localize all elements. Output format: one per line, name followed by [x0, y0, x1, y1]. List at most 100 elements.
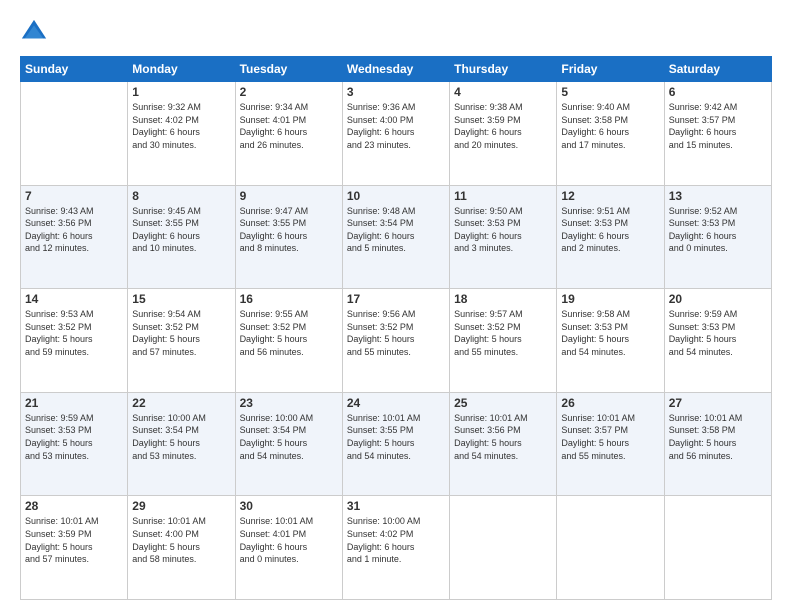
cell-text: Sunrise: 9:56 AM Sunset: 3:52 PM Dayligh… [347, 308, 445, 358]
calendar-week-row: 21 Sunrise: 9:59 AM Sunset: 3:53 PM Dayli… [21, 392, 772, 496]
cell-text: Sunrise: 9:52 AM Sunset: 3:53 PM Dayligh… [669, 205, 767, 255]
calendar-cell: 16Sunrise: 9:55 AM Sunset: 3:52 PM Dayli… [235, 289, 342, 393]
cell-text: Sunrise: 9:54 AM Sunset: 3:52 PM Dayligh… [132, 308, 230, 358]
day-number: 31 [347, 499, 445, 513]
day-number: 5 [561, 85, 659, 99]
day-number: 4 [454, 85, 552, 99]
day-number: 2 [240, 85, 338, 99]
day-header-monday: Monday [128, 57, 235, 82]
calendar-cell: 20 Sunrise: 9:59 AM Sunset: 3:53 PM Dayli… [664, 289, 771, 393]
day-number: 19 [561, 292, 659, 306]
day-number: 25 [454, 396, 552, 410]
calendar-cell: 14 Sunrise: 9:53 AM Sunset: 3:52 PM Dayli… [21, 289, 128, 393]
day-number: 28 [25, 499, 123, 513]
cell-text: Sunrise: 10:01 AM Sunset: 3:55 PM Daylig… [347, 412, 445, 462]
day-number: 24 [347, 396, 445, 410]
day-header-thursday: Thursday [450, 57, 557, 82]
day-number: 14 [25, 292, 123, 306]
calendar-week-row: 14 Sunrise: 9:53 AM Sunset: 3:52 PM Dayli… [21, 289, 772, 393]
cell-text: Sunrise: 9:53 AM Sunset: 3:52 PM Dayligh… [25, 308, 123, 358]
calendar-cell: 25 Sunrise: 10:01 AM Sunset: 3:56 PM Dayl… [450, 392, 557, 496]
day-number: 7 [25, 189, 123, 203]
day-number: 18 [454, 292, 552, 306]
calendar-cell: 4Sunrise: 9:38 AM Sunset: 3:59 PM Daylig… [450, 82, 557, 186]
calendar-cell [450, 496, 557, 600]
cell-text: Sunrise: 9:50 AM Sunset: 3:53 PM Dayligh… [454, 205, 552, 255]
cell-text: Sunrise: 9:36 AM Sunset: 4:00 PM Dayligh… [347, 101, 445, 151]
calendar-cell: 29 Sunrise: 10:01 AM Sunset: 4:00 PM Dayl… [128, 496, 235, 600]
calendar-page: SundayMondayTuesdayWednesdayThursdayFrid… [0, 0, 792, 612]
calendar-cell: 9 Sunrise: 9:47 AM Sunset: 3:55 PM Daylig… [235, 185, 342, 289]
day-number: 29 [132, 499, 230, 513]
cell-text: Sunrise: 10:01 AM Sunset: 3:56 PM Daylig… [454, 412, 552, 462]
calendar-cell: 30 Sunrise: 10:01 AM Sunset: 4:01 PM Dayl… [235, 496, 342, 600]
logo-icon [20, 18, 48, 46]
day-header-tuesday: Tuesday [235, 57, 342, 82]
calendar-cell [664, 496, 771, 600]
cell-text: Sunrise: 10:00 AM Sunset: 3:54 PM Daylig… [132, 412, 230, 462]
calendar-cell: 8 Sunrise: 9:45 AM Sunset: 3:55 PM Daylig… [128, 185, 235, 289]
cell-text: Sunrise: 9:40 AM Sunset: 3:58 PM Dayligh… [561, 101, 659, 151]
cell-text: Sunrise: 10:00 AM Sunset: 4:02 PM Daylig… [347, 515, 445, 565]
day-number: 22 [132, 396, 230, 410]
day-header-saturday: Saturday [664, 57, 771, 82]
calendar-cell: 26 Sunrise: 10:01 AM Sunset: 3:57 PM Dayl… [557, 392, 664, 496]
cell-text: Sunrise: 10:01 AM Sunset: 3:57 PM Daylig… [561, 412, 659, 462]
calendar-cell: 5 Sunrise: 9:40 AM Sunset: 3:58 PM Daylig… [557, 82, 664, 186]
cell-text: Sunrise: 9:48 AM Sunset: 3:54 PM Dayligh… [347, 205, 445, 255]
day-number: 21 [25, 396, 123, 410]
cell-text: Sunrise: 10:00 AM Sunset: 3:54 PM Daylig… [240, 412, 338, 462]
day-number: 9 [240, 189, 338, 203]
day-number: 27 [669, 396, 767, 410]
calendar-cell: 23 Sunrise: 10:00 AM Sunset: 3:54 PM Dayl… [235, 392, 342, 496]
day-number: 23 [240, 396, 338, 410]
cell-text: Sunrise: 9:32 AM Sunset: 4:02 PM Dayligh… [132, 101, 230, 151]
day-number: 26 [561, 396, 659, 410]
cell-text: Sunrise: 10:01 AM Sunset: 4:00 PM Daylig… [132, 515, 230, 565]
day-header-wednesday: Wednesday [342, 57, 449, 82]
day-number: 30 [240, 499, 338, 513]
day-number: 3 [347, 85, 445, 99]
calendar-cell: 13 Sunrise: 9:52 AM Sunset: 3:53 PM Dayli… [664, 185, 771, 289]
calendar-cell: 24 Sunrise: 10:01 AM Sunset: 3:55 PM Dayl… [342, 392, 449, 496]
cell-text: Sunrise: 9:57 AM Sunset: 3:52 PM Dayligh… [454, 308, 552, 358]
cell-text: Sunrise: 9:42 AM Sunset: 3:57 PM Dayligh… [669, 101, 767, 151]
calendar-cell: 17 Sunrise: 9:56 AM Sunset: 3:52 PM Dayli… [342, 289, 449, 393]
cell-text: Sunrise: 9:43 AM Sunset: 3:56 PM Dayligh… [25, 205, 123, 255]
day-number: 8 [132, 189, 230, 203]
day-header-sunday: Sunday [21, 57, 128, 82]
cell-text: Sunrise: 9:51 AM Sunset: 3:53 PM Dayligh… [561, 205, 659, 255]
day-number: 11 [454, 189, 552, 203]
calendar-cell: 31 Sunrise: 10:00 AM Sunset: 4:02 PM Dayl… [342, 496, 449, 600]
cell-text: Sunrise: 10:01 AM Sunset: 3:58 PM Daylig… [669, 412, 767, 462]
calendar-cell [21, 82, 128, 186]
calendar-cell: 28 Sunrise: 10:01 AM Sunset: 3:59 PM Dayl… [21, 496, 128, 600]
day-header-friday: Friday [557, 57, 664, 82]
cell-text: Sunrise: 10:01 AM Sunset: 4:01 PM Daylig… [240, 515, 338, 565]
calendar-cell: 1Sunrise: 9:32 AM Sunset: 4:02 PM Daylig… [128, 82, 235, 186]
cell-text: Sunrise: 9:45 AM Sunset: 3:55 PM Dayligh… [132, 205, 230, 255]
calendar-week-row: 28 Sunrise: 10:01 AM Sunset: 3:59 PM Dayl… [21, 496, 772, 600]
calendar-cell: 2 Sunrise: 9:34 AM Sunset: 4:01 PM Daylig… [235, 82, 342, 186]
calendar-cell [557, 496, 664, 600]
calendar-cell: 15 Sunrise: 9:54 AM Sunset: 3:52 PM Dayli… [128, 289, 235, 393]
calendar-week-row: 1Sunrise: 9:32 AM Sunset: 4:02 PM Daylig… [21, 82, 772, 186]
calendar-cell: 7 Sunrise: 9:43 AM Sunset: 3:56 PM Daylig… [21, 185, 128, 289]
day-number: 6 [669, 85, 767, 99]
cell-text: Sunrise: 9:58 AM Sunset: 3:53 PM Dayligh… [561, 308, 659, 358]
day-number: 15 [132, 292, 230, 306]
cell-text: Sunrise: 9:47 AM Sunset: 3:55 PM Dayligh… [240, 205, 338, 255]
calendar-cell: 18 Sunrise: 9:57 AM Sunset: 3:52 PM Dayli… [450, 289, 557, 393]
day-number: 20 [669, 292, 767, 306]
cell-text: Sunrise: 9:34 AM Sunset: 4:01 PM Dayligh… [240, 101, 338, 151]
day-number: 17 [347, 292, 445, 306]
calendar-cell: 11 Sunrise: 9:50 AM Sunset: 3:53 PM Dayli… [450, 185, 557, 289]
logo [20, 18, 52, 46]
calendar-cell: 21 Sunrise: 9:59 AM Sunset: 3:53 PM Dayli… [21, 392, 128, 496]
day-number: 13 [669, 189, 767, 203]
calendar-cell: 22 Sunrise: 10:00 AM Sunset: 3:54 PM Dayl… [128, 392, 235, 496]
cell-text: Sunrise: 9:59 AM Sunset: 3:53 PM Dayligh… [669, 308, 767, 358]
cell-text: Sunrise: 10:01 AM Sunset: 3:59 PM Daylig… [25, 515, 123, 565]
cell-text: Sunrise: 9:59 AM Sunset: 3:53 PM Dayligh… [25, 412, 123, 462]
day-number: 16 [240, 292, 338, 306]
